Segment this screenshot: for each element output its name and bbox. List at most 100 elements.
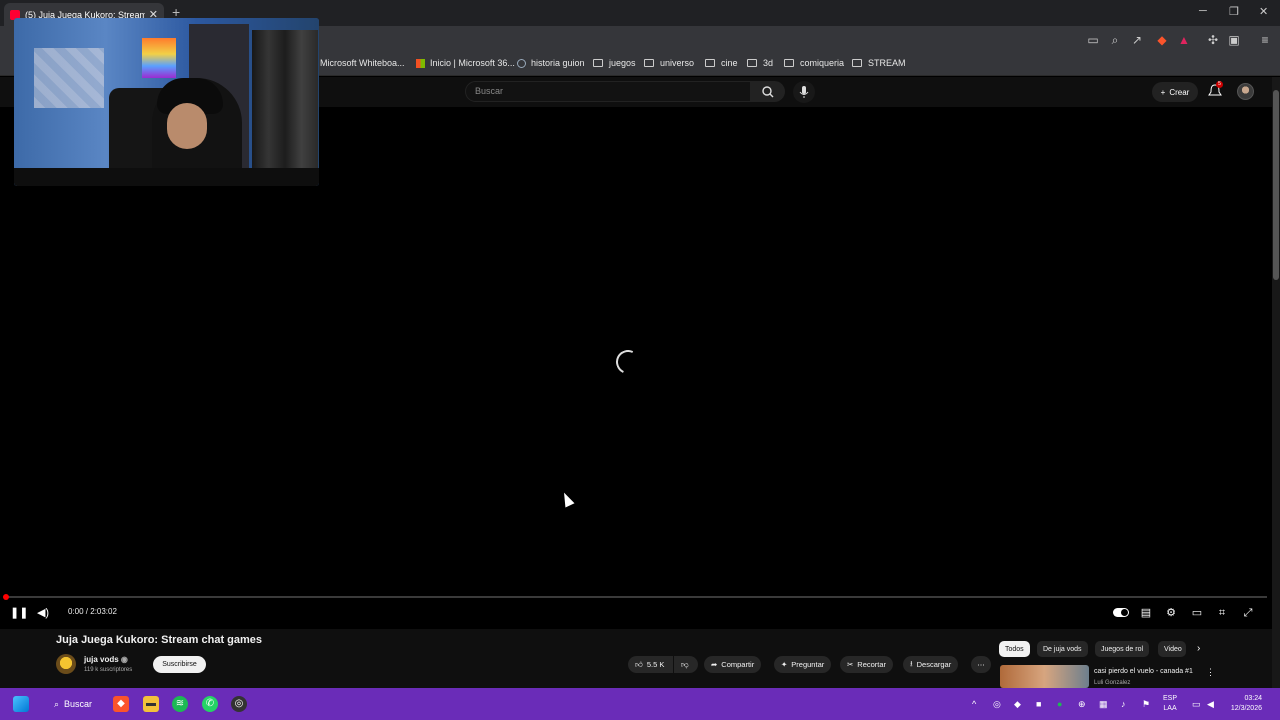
spotify-icon[interactable]: ≋ bbox=[172, 696, 188, 712]
bookmark-folder-comiqueria[interactable]: comiqueria bbox=[784, 58, 844, 68]
tray-app-icon[interactable]: ◎ bbox=[993, 699, 1001, 710]
bookmark-label: Microsoft Whiteboa... bbox=[320, 58, 405, 68]
tray-spotify-icon[interactable]: ● bbox=[1057, 699, 1062, 709]
wall-papers bbox=[34, 48, 104, 108]
channel-avatar[interactable] bbox=[56, 654, 76, 674]
whatsapp-icon[interactable]: ✆ bbox=[202, 696, 218, 712]
scrollbar-thumb[interactable] bbox=[1273, 90, 1279, 280]
bookmark-microsoft365[interactable]: Inicio | Microsoft 36... bbox=[416, 58, 515, 68]
obs-icon[interactable]: ◎ bbox=[231, 696, 247, 712]
taskbar-clock[interactable]: 03:24 12/3/2026 bbox=[1226, 694, 1262, 714]
windows-start-icon[interactable] bbox=[13, 696, 29, 712]
folder-icon bbox=[852, 59, 862, 67]
bookmark-label: cine bbox=[721, 58, 738, 68]
file-explorer-icon[interactable]: ▬ bbox=[143, 696, 159, 712]
tray-app-icon[interactable]: ◆ bbox=[1014, 699, 1021, 710]
taskbar-search[interactable]: ⌕ Buscar bbox=[48, 694, 110, 714]
account-avatar[interactable] bbox=[1237, 83, 1254, 100]
folder-icon bbox=[784, 59, 794, 67]
time-display: 0:00 / 2:03:02 bbox=[68, 607, 117, 616]
like-count: 5.5 K bbox=[646, 660, 665, 669]
hanging-clothes bbox=[252, 30, 318, 180]
bookmark-folder-juegos[interactable]: juegos bbox=[593, 58, 636, 68]
download-icon: ⭳ bbox=[910, 659, 913, 668]
video-title: Juja Juega Kukoro: Stream chat games bbox=[56, 634, 263, 646]
progress-scrubber[interactable] bbox=[3, 594, 9, 600]
brave-rewards-icon[interactable]: ▲ bbox=[1177, 33, 1191, 47]
subtitles-button[interactable]: ▤ bbox=[1139, 606, 1153, 620]
fullscreen-button[interactable]: ⤢ bbox=[1241, 606, 1255, 620]
minimize-button[interactable]: ─ bbox=[1199, 5, 1207, 17]
install-app-icon[interactable]: ▭ bbox=[1086, 33, 1100, 47]
chip-de-juja-vods[interactable]: De juja vods bbox=[1037, 641, 1088, 657]
bookmark-folder-stream[interactable]: STREAM bbox=[852, 58, 906, 68]
autoplay-toggle[interactable] bbox=[1113, 608, 1129, 617]
tray-app-icon[interactable]: ⚑ bbox=[1142, 699, 1150, 710]
bookmark-whiteboard[interactable]: Microsoft Whiteboa... bbox=[320, 58, 405, 68]
wall-poster bbox=[142, 38, 176, 78]
sparkle-icon: ✦ bbox=[781, 660, 788, 669]
tray-microphone-icon[interactable]: ♪ bbox=[1121, 699, 1126, 709]
display-icon[interactable]: ▭ bbox=[1192, 699, 1201, 710]
keyboard-language[interactable]: ESP LAA bbox=[1163, 694, 1177, 714]
subscriber-count: 119 k suscriptores bbox=[84, 667, 133, 673]
menu-icon[interactable]: ≡ bbox=[1258, 33, 1272, 47]
more-actions-button[interactable]: ⋯ bbox=[971, 656, 991, 673]
bookmark-label: historia guion bbox=[531, 58, 585, 68]
pause-button[interactable]: ❚❚ bbox=[10, 606, 28, 620]
windows-taskbar bbox=[0, 688, 1280, 720]
miniplayer-button[interactable]: ▭ bbox=[1190, 606, 1204, 620]
recommended-video-thumbnail[interactable] bbox=[1000, 665, 1089, 688]
brave-browser-icon[interactable]: ◆ bbox=[113, 696, 129, 712]
recommended-video-title[interactable]: casi pierdo el vuelo - canada #1 bbox=[1094, 668, 1193, 675]
maximize-button[interactable]: ❐ bbox=[1229, 5, 1239, 18]
search-input[interactable]: Buscar bbox=[465, 81, 751, 102]
sidebar-icon[interactable]: ▣ bbox=[1227, 33, 1241, 47]
cast-button[interactable]: ⌗ bbox=[1215, 606, 1229, 620]
bookmark-folder-universo[interactable]: universo bbox=[644, 58, 694, 68]
bookmark-folder-3d[interactable]: 3d bbox=[747, 58, 773, 68]
dislike-button[interactable]: 👎︎ bbox=[674, 656, 698, 673]
share-icon[interactable]: ↗ bbox=[1130, 33, 1144, 47]
bookmark-folder-cine[interactable]: cine bbox=[705, 58, 738, 68]
zoom-icon[interactable]: ⌕ bbox=[1108, 33, 1122, 47]
download-button[interactable]: ⭳ Descargar bbox=[903, 656, 959, 673]
subscribe-button[interactable]: Suscribirse bbox=[153, 656, 206, 673]
brave-shield-icon[interactable]: ◆ bbox=[1155, 33, 1169, 47]
recommended-video-author: Luli Gonzalez bbox=[1094, 680, 1131, 686]
search-button[interactable] bbox=[751, 81, 785, 102]
share-button[interactable]: ➦ Compartir bbox=[704, 656, 762, 673]
thumbs-down-icon: 👎︎ bbox=[681, 659, 689, 669]
ask-button[interactable]: ✦ Preguntar bbox=[774, 656, 832, 673]
clip-label: Recortar bbox=[857, 660, 887, 669]
chip-juegos-de-rol[interactable]: Juegos de rol bbox=[1095, 641, 1150, 657]
folder-icon bbox=[644, 59, 654, 67]
clock-time: 03:24 bbox=[1244, 695, 1262, 702]
bookmark-label: juegos bbox=[609, 58, 636, 68]
channel-name[interactable]: juja vods ◉ bbox=[84, 655, 128, 664]
volume-button[interactable]: ◀) bbox=[36, 606, 50, 620]
folder-icon bbox=[747, 59, 757, 67]
create-button[interactable]: + Crear bbox=[1152, 82, 1198, 102]
tray-app-icon[interactable]: ▦ bbox=[1099, 699, 1108, 710]
create-label: Crear bbox=[1169, 87, 1190, 97]
chevron-right-icon[interactable]: › bbox=[1197, 643, 1200, 654]
bookmark-label: 3d bbox=[763, 58, 774, 68]
tray-app-icon[interactable]: ■ bbox=[1036, 699, 1041, 709]
progress-bar[interactable] bbox=[5, 596, 1267, 598]
more-options-icon[interactable]: ⋮ bbox=[1206, 667, 1215, 678]
bookmark-historia-guion[interactable]: historia guion bbox=[517, 58, 585, 68]
tray-chevron-up-icon[interactable]: ^ bbox=[972, 699, 976, 709]
verified-icon: ◉ bbox=[120, 655, 128, 664]
chip-videos[interactable]: Video bbox=[1158, 641, 1186, 657]
close-window-button[interactable]: ✕ bbox=[1259, 5, 1268, 18]
voice-search-button[interactable] bbox=[793, 81, 815, 103]
speaker-icon[interactable]: ◀ bbox=[1207, 699, 1214, 710]
extensions-icon[interactable]: ✣ bbox=[1206, 33, 1220, 47]
like-button[interactable]: 👍︎ 5.5 K bbox=[628, 656, 673, 673]
settings-gear-icon[interactable]: ⚙ bbox=[1164, 606, 1178, 620]
ask-label: Preguntar bbox=[791, 660, 825, 669]
clip-button[interactable]: ✂ Recortar bbox=[840, 656, 894, 673]
tray-app-icon[interactable]: ⊕ bbox=[1078, 699, 1086, 710]
chip-todos[interactable]: Todos bbox=[999, 641, 1030, 657]
